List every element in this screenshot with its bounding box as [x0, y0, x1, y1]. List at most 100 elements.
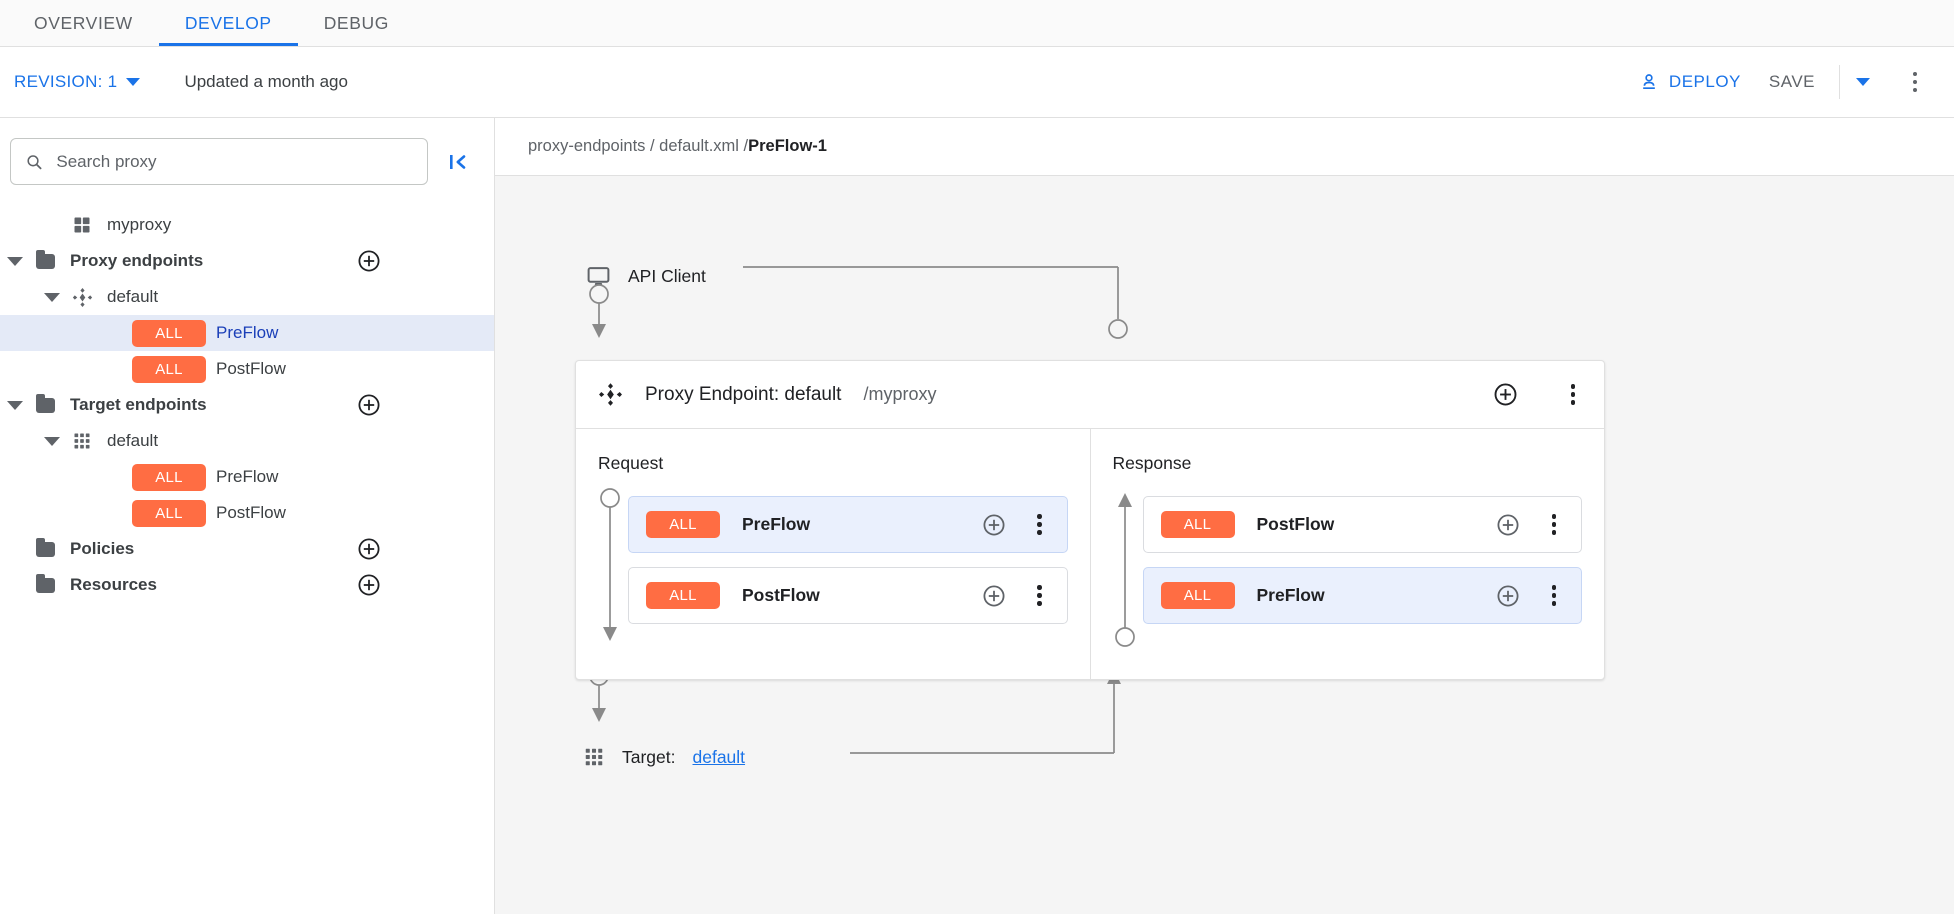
- tree-item-resources[interactable]: Resources: [0, 567, 494, 603]
- add-policy-button[interactable]: [977, 579, 1011, 613]
- tree-item-label: PreFlow: [216, 467, 278, 487]
- tree-item-icon: [67, 215, 97, 235]
- dot: [1037, 585, 1042, 590]
- add-policy-button[interactable]: [977, 508, 1011, 542]
- deploy-button[interactable]: DEPLOY: [1629, 64, 1751, 100]
- add-item-button[interactable]: [356, 248, 382, 274]
- plus-circle-icon: [982, 584, 1006, 608]
- dot: [1552, 530, 1557, 535]
- canvas: proxy-endpoints / default.xml / PreFlow-…: [495, 118, 1954, 914]
- add-item-button[interactable]: [356, 572, 382, 598]
- save-button[interactable]: SAVE: [1751, 64, 1833, 100]
- add-policy-button[interactable]: [1491, 579, 1525, 613]
- deploy-icon: [1639, 72, 1659, 92]
- flow-badge: ALL: [132, 320, 206, 347]
- search-icon: [25, 152, 43, 172]
- proxy-endpoint-title: Proxy Endpoint: default: [645, 384, 841, 406]
- action-bar: REVISION: 1 Updated a month ago DEPLOY S…: [0, 47, 1954, 118]
- tree-item-policies[interactable]: Policies: [0, 531, 494, 567]
- revision-selector[interactable]: REVISION: 1: [14, 72, 140, 92]
- add-policy-button[interactable]: [1491, 508, 1525, 542]
- dot: [1037, 522, 1042, 527]
- expand-twisty-icon[interactable]: [0, 257, 30, 266]
- expand-twisty-icon[interactable]: [37, 437, 67, 446]
- flow-diagram: API Client: [495, 176, 1954, 914]
- request-flow-card-postflow[interactable]: ALLPostFlow: [628, 567, 1068, 624]
- flow-more-options-button[interactable]: [1537, 508, 1571, 542]
- response-flow-list: ALL PostFlow ALLPreFlow: [1143, 496, 1583, 624]
- tree-item-default[interactable]: default: [0, 423, 494, 459]
- flow-name: PostFlow: [1257, 514, 1492, 535]
- breadcrumb-path[interactable]: proxy-endpoints / default.xml /: [528, 137, 748, 156]
- collapse-left-icon: [446, 150, 470, 174]
- flow-badge: ALL: [132, 500, 206, 527]
- more-options-button[interactable]: [1898, 65, 1932, 99]
- flow-more-options-button[interactable]: [1023, 508, 1057, 542]
- add-item-button[interactable]: [356, 392, 382, 418]
- target-default-link[interactable]: default: [693, 747, 746, 768]
- flow-badge: ALL: [646, 582, 720, 609]
- endpoint-more-options-button[interactable]: [1556, 378, 1590, 412]
- folder-icon: [36, 542, 55, 557]
- deploy-label: DEPLOY: [1669, 72, 1741, 92]
- main-body: myproxyProxy endpointsdefaultALLPreFlowA…: [0, 118, 1954, 914]
- request-flow-card-preflow[interactable]: ALLPreFlow: [628, 496, 1068, 553]
- tree-item-preflow[interactable]: ALLPreFlow: [0, 459, 494, 495]
- expand-twisty-icon[interactable]: [37, 293, 67, 302]
- tab-develop[interactable]: DEVELOP: [159, 0, 298, 46]
- monitor-icon: [586, 264, 611, 289]
- tree-item-label: Resources: [70, 575, 157, 595]
- dot: [1571, 392, 1576, 397]
- tab-overview-label: OVERVIEW: [34, 13, 133, 34]
- save-dropdown-button[interactable]: [1839, 65, 1886, 99]
- diamond-cluster-icon: [72, 287, 93, 308]
- dot: [1037, 514, 1042, 519]
- folder-icon: [36, 398, 55, 413]
- dot: [1552, 601, 1557, 606]
- search-input[interactable]: [56, 152, 413, 172]
- request-column: Request ALLPreFlow ALLPostFlow: [576, 429, 1090, 679]
- dot: [1571, 384, 1576, 389]
- expand-twisty-icon[interactable]: [0, 401, 30, 410]
- tab-overview[interactable]: OVERVIEW: [8, 0, 159, 46]
- flow-more-options-button[interactable]: [1023, 579, 1057, 613]
- caret-down-icon: [44, 437, 60, 446]
- tree-item-label: Policies: [70, 539, 134, 559]
- flow-name: PreFlow: [1257, 585, 1492, 606]
- tree-item-postflow[interactable]: ALLPostFlow: [0, 495, 494, 531]
- tab-debug[interactable]: DEBUG: [298, 0, 415, 46]
- flow-badge: ALL: [1161, 511, 1235, 538]
- tree-item-myproxy[interactable]: myproxy: [0, 207, 494, 243]
- tree-item-preflow[interactable]: ALLPreFlow: [0, 315, 494, 351]
- tree-item-label: default: [107, 431, 158, 451]
- tab-debug-label: DEBUG: [324, 13, 389, 34]
- tree-item-target-endpoints[interactable]: Target endpoints: [0, 387, 494, 423]
- plus-circle-icon: [1496, 513, 1520, 537]
- response-flow-card-preflow[interactable]: ALLPreFlow: [1143, 567, 1583, 624]
- caret-down-icon: [7, 401, 23, 410]
- plus-circle-icon: [357, 393, 381, 417]
- tree-item-icon: [67, 431, 97, 451]
- collapse-sidebar-button[interactable]: [436, 140, 480, 184]
- tree-item-postflow[interactable]: ALLPostFlow: [0, 351, 494, 387]
- plus-circle-icon: [357, 249, 381, 273]
- flow-more-options-button[interactable]: [1537, 579, 1571, 613]
- search-row: [0, 138, 494, 185]
- proxy-endpoint-path: /myproxy: [863, 384, 936, 405]
- tree-item-proxy-endpoints[interactable]: Proxy endpoints: [0, 243, 494, 279]
- tree-item-default[interactable]: default: [0, 279, 494, 315]
- flow-badge: ALL: [646, 511, 720, 538]
- caret-down-icon: [44, 293, 60, 302]
- dot: [1037, 593, 1042, 598]
- flow-columns: Request ALLPreFlowALLPostFlow Response: [576, 429, 1604, 679]
- tab-develop-label: DEVELOP: [185, 13, 272, 34]
- api-client-node: API Client: [586, 264, 706, 289]
- response-flow-card-postflow[interactable]: ALL PostFlow: [1143, 496, 1583, 553]
- tree-item-label: Proxy endpoints: [70, 251, 203, 271]
- search-proxy-box[interactable]: [10, 138, 428, 185]
- add-endpoint-item-button[interactable]: [1488, 378, 1522, 412]
- request-column-title: Request: [598, 453, 1068, 474]
- folder-icon: [36, 578, 55, 593]
- dot: [1552, 514, 1557, 519]
- add-item-button[interactable]: [356, 536, 382, 562]
